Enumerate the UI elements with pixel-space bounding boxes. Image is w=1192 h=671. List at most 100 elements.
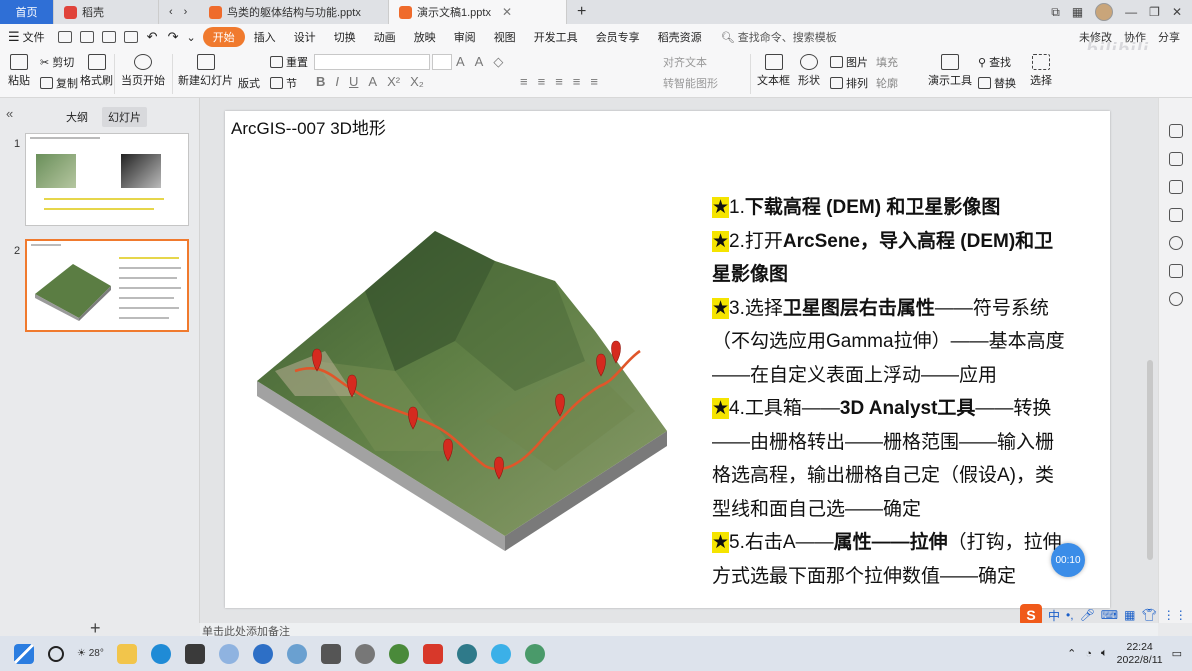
vertical-scrollbar[interactable] — [1146, 110, 1154, 600]
scrollbar-thumb[interactable] — [1147, 360, 1153, 560]
tab-nav-arrows[interactable]: ‹ › — [159, 0, 199, 24]
grow-font-button[interactable]: A — [456, 54, 465, 70]
redo-icon[interactable]: ↷ — [168, 29, 179, 45]
clear-format-icon[interactable]: ◇ — [493, 54, 503, 70]
layout-button[interactable]: 版式 — [238, 75, 260, 91]
subscript-button[interactable]: X₂ — [410, 74, 424, 89]
copy-button[interactable]: 复制 — [40, 75, 78, 91]
menu-view[interactable]: 视图 — [485, 29, 525, 45]
justify-icon[interactable]: ≡ — [573, 74, 581, 89]
find-button[interactable]: ⚲ 查找 — [978, 54, 1011, 70]
location-icon[interactable] — [1169, 292, 1183, 306]
shape-button[interactable]: 形状 — [798, 54, 820, 88]
settings-sliders-icon[interactable] — [1169, 152, 1183, 166]
grid-icon[interactable]: ▦ — [1124, 608, 1135, 622]
menu-developer[interactable]: 开发工具 — [525, 29, 587, 45]
select-button[interactable]: 选择 — [1030, 54, 1052, 88]
apps-icon[interactable]: ⋮⋮ — [1163, 608, 1187, 622]
align-center-icon[interactable]: ≡ — [538, 74, 546, 89]
menu-review[interactable]: 审阅 — [445, 29, 485, 45]
command-search[interactable]: 🔍︎ 查找命令、搜索模板 — [721, 29, 837, 45]
help-icon[interactable] — [1169, 236, 1183, 250]
notification-icon[interactable]: ▭ — [1172, 647, 1182, 660]
back-icon[interactable]: ‹ — [169, 6, 173, 18]
undo-icon[interactable]: ↶ — [147, 29, 158, 45]
menu-start[interactable]: 开始 — [202, 27, 245, 47]
slide-thumbnail-1[interactable] — [25, 133, 189, 226]
align-text-button[interactable]: 对齐文本 — [663, 54, 707, 70]
shirt-icon[interactable]: 👕︎ — [1141, 608, 1156, 622]
underline-button[interactable]: U — [349, 74, 358, 89]
current-slide[interactable]: ArcGIS--007 3D地形 ★1.下载高程 (DEM) 和卫星影像图 ★2… — [225, 111, 1110, 608]
presentation-tools-button[interactable]: 演示工具 — [928, 54, 972, 88]
camera-icon[interactable] — [320, 643, 341, 664]
new-slide-button[interactable]: 新建幻灯片 — [178, 54, 233, 88]
export-icon[interactable] — [79, 31, 94, 43]
store-icon[interactable] — [184, 643, 205, 664]
shrink-font-button[interactable]: A — [475, 54, 484, 70]
app-icon[interactable] — [218, 643, 239, 664]
align-left-icon[interactable]: ≡ — [520, 74, 528, 89]
collapse-pane-icon[interactable]: « — [6, 106, 13, 121]
smart-art-button[interactable]: 转智能图形 — [663, 75, 718, 91]
format-painter-button[interactable]: 格式刷 — [80, 54, 113, 88]
ime-language[interactable]: 中 — [1048, 607, 1060, 624]
notes-bar[interactable]: 单击此处添加备注 — [200, 623, 1158, 638]
outline-button[interactable]: 轮廓 — [876, 75, 898, 91]
menu-resources[interactable]: 稻壳资源 — [649, 29, 711, 45]
forward-icon[interactable]: › — [184, 6, 188, 18]
microphone-icon[interactable]: 🎤︎ — [1080, 608, 1095, 622]
recording-timer[interactable]: 00:10 — [1051, 543, 1085, 577]
paste-button[interactable]: 粘贴 — [8, 54, 30, 88]
picture-button[interactable]: 图片 — [830, 54, 868, 70]
section-button[interactable]: 节 — [270, 75, 297, 91]
arcgis-icon[interactable] — [388, 643, 409, 664]
app-icon[interactable] — [490, 643, 511, 664]
preview-icon[interactable] — [123, 31, 138, 43]
edge-browser-icon[interactable] — [150, 643, 171, 664]
close-window-icon[interactable]: ✕ — [1172, 5, 1182, 19]
font-color-button[interactable]: A — [368, 74, 377, 89]
app-icon[interactable] — [456, 643, 477, 664]
pin-icon[interactable] — [1169, 124, 1183, 138]
textbox-button[interactable]: 文本框 — [757, 54, 790, 88]
speaker-icon[interactable]: 🔈︎ — [1101, 647, 1108, 660]
superscript-button[interactable]: X² — [387, 74, 400, 89]
minimize-icon[interactable]: — — [1125, 5, 1137, 19]
menu-design[interactable]: 设计 — [285, 29, 325, 45]
menu-animation[interactable]: 动画 — [365, 29, 405, 45]
weather-widget[interactable]: ☀ 28° — [77, 648, 104, 659]
tab-slides[interactable]: 幻灯片 — [102, 107, 147, 127]
tab-home[interactable]: 首页 — [0, 0, 54, 24]
save-icon[interactable] — [57, 31, 72, 43]
share-button[interactable]: 分享 — [1158, 29, 1180, 45]
copy-slides-icon[interactable] — [1169, 208, 1183, 222]
font-size-select[interactable] — [432, 54, 452, 70]
menu-transition[interactable]: 切换 — [325, 29, 365, 45]
hamburger-icon[interactable]: ☰ — [8, 29, 20, 45]
template-icon[interactable] — [1169, 264, 1183, 278]
slide-title[interactable]: ArcGIS--007 3D地形 — [231, 114, 386, 139]
globe-icon[interactable] — [524, 643, 545, 664]
keyboard-icon[interactable]: ⌨ — [1101, 608, 1118, 622]
tab-file-birds[interactable]: 鸟类的躯体结构与功能.pptx — [199, 0, 389, 24]
from-current-button[interactable]: 当页开始 — [121, 54, 165, 88]
distributed-icon[interactable]: ≡ — [590, 74, 598, 89]
font-family-select[interactable] — [314, 54, 430, 70]
layout-icon[interactable]: ⧉ — [1051, 5, 1060, 20]
avatar[interactable] — [1095, 3, 1114, 21]
slide-thumbnail-2[interactable] — [25, 239, 189, 332]
windows-start-icon[interactable] — [14, 643, 34, 664]
ime-punctuation[interactable]: •, — [1066, 608, 1074, 622]
new-tab-button[interactable]: + — [567, 0, 596, 24]
settings-icon[interactable] — [354, 643, 375, 664]
file-explorer-icon[interactable] — [116, 643, 137, 664]
replace-button[interactable]: 替换 — [978, 75, 1016, 91]
quick-access-more-icon[interactable]: ⌄ — [186, 31, 195, 44]
close-tab-icon[interactable]: ✕ — [502, 5, 512, 19]
search-icon[interactable] — [48, 645, 64, 662]
tray-overflow-icon[interactable]: ⌃ — [1067, 647, 1076, 660]
wps-icon[interactable] — [422, 643, 443, 664]
reset-button[interactable]: 重置 — [270, 54, 308, 70]
network-icon[interactable]: ◔ — [1085, 648, 1092, 660]
